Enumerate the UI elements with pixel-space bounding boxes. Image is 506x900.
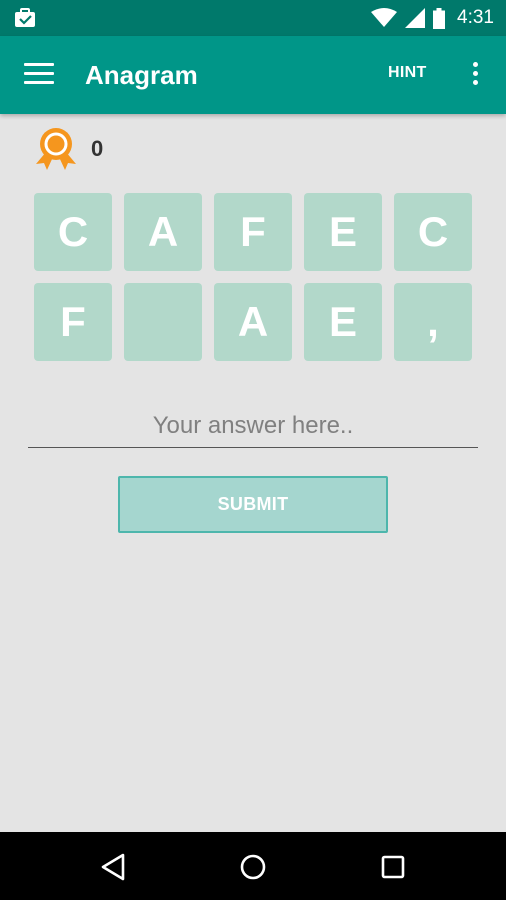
answer-input[interactable] xyxy=(28,406,478,446)
back-icon[interactable] xyxy=(96,850,130,884)
status-bar: 4:31 xyxy=(0,0,506,36)
medal-icon xyxy=(36,128,76,170)
letter-tile[interactable]: F xyxy=(214,193,292,271)
letter-tile[interactable]: F xyxy=(34,283,112,361)
letter-tile[interactable]: A xyxy=(214,283,292,361)
battery-icon xyxy=(433,7,446,29)
navigation-bar xyxy=(0,832,506,900)
score-row: 0 xyxy=(33,126,103,172)
letter-tile[interactable]: A xyxy=(124,193,202,271)
wifi-icon xyxy=(371,8,398,27)
overflow-menu-icon[interactable] xyxy=(468,62,482,88)
home-icon[interactable] xyxy=(236,850,270,884)
app-title: Anagram xyxy=(85,60,198,90)
letter-tile[interactable]: C xyxy=(394,193,472,271)
recents-icon[interactable] xyxy=(376,850,410,884)
answer-field xyxy=(28,406,478,448)
status-icons: 4:31 xyxy=(371,7,494,29)
menu-icon[interactable] xyxy=(24,63,54,85)
submit-button[interactable]: SUBMIT xyxy=(118,476,388,533)
letter-tile[interactable]: E xyxy=(304,283,382,361)
score-value: 0 xyxy=(91,136,104,161)
letter-tile[interactable]: E xyxy=(304,193,382,271)
app-bar: Anagram HINT xyxy=(0,36,506,114)
notification-icon xyxy=(15,8,35,27)
letter-tile[interactable]: C xyxy=(34,193,112,271)
hint-button[interactable]: HINT xyxy=(388,64,427,82)
clock-time: 4:31 xyxy=(457,7,494,28)
letter-tile[interactable] xyxy=(124,283,202,361)
letter-tile[interactable]: , xyxy=(394,283,472,361)
cell-signal-icon xyxy=(405,8,426,28)
